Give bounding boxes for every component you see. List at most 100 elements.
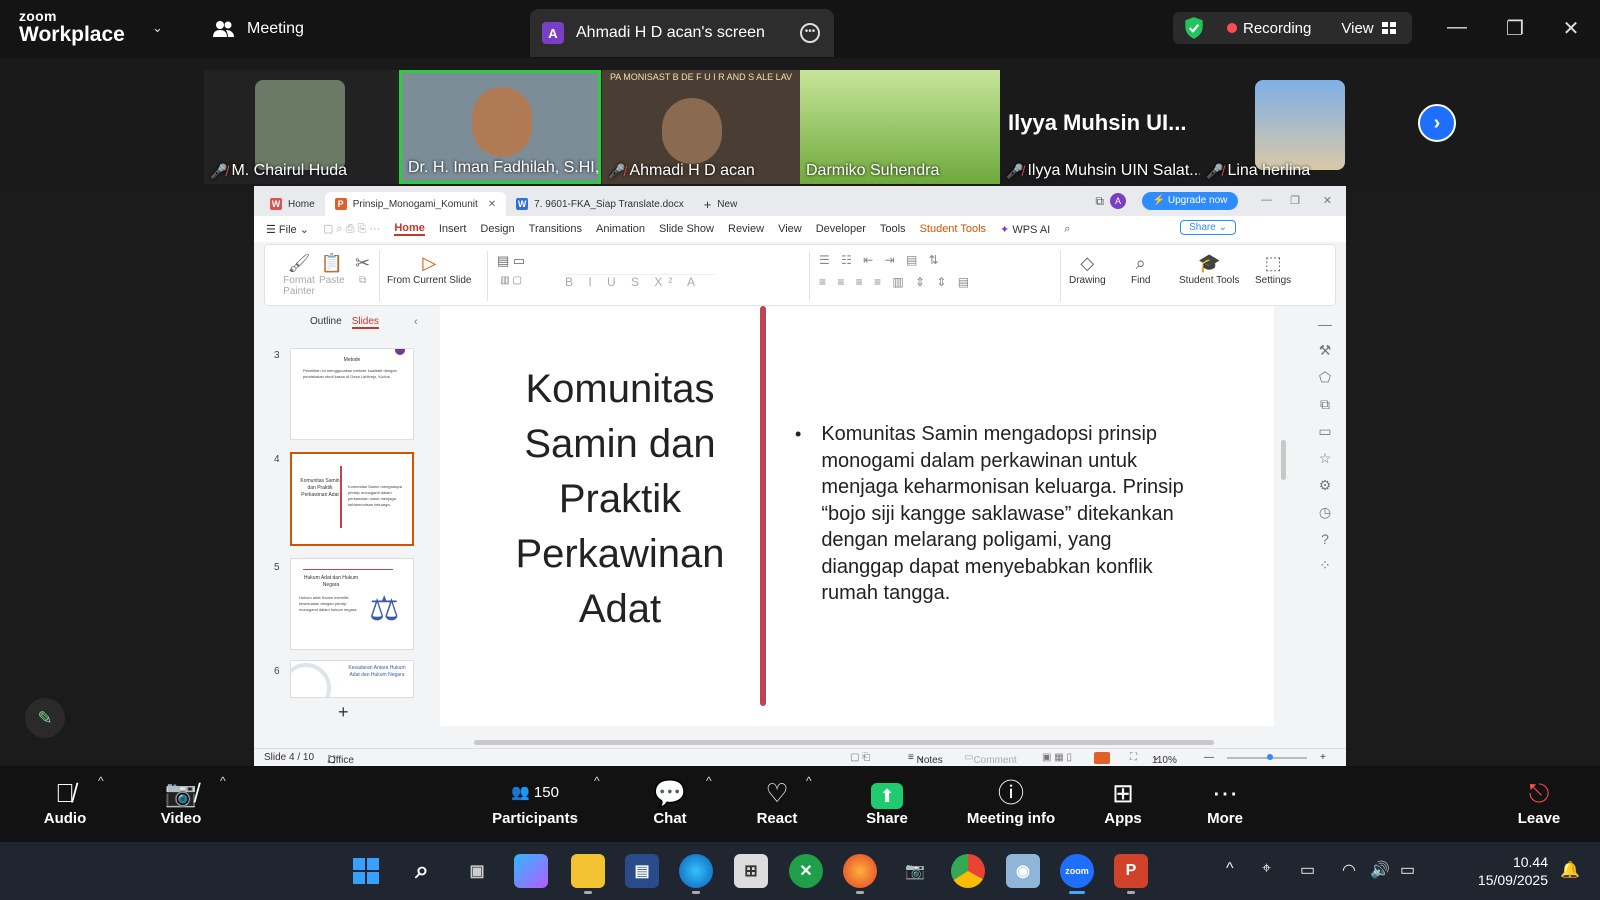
star-icon[interactable]: ☆ [1319,450,1332,467]
video-tile[interactable]: Darmiko Suhendra [800,70,1000,184]
menu-animation[interactable]: Animation [596,223,645,235]
annotate-pencil-icon[interactable]: ✎ [25,698,65,738]
menu-wps-ai[interactable]: ✦ WPS AI [1000,223,1050,236]
minimize-icon[interactable]: — [1261,194,1272,206]
history-icon[interactable]: ◷ [1319,504,1331,521]
file-explorer-icon[interactable] [571,854,605,894]
view-button[interactable]: View [1341,20,1396,37]
shared-screen-tab[interactable]: A Ahmadi H D acan's screen ••• [530,9,834,57]
tab-home[interactable]: W Home [260,192,325,216]
more-button[interactable]: ⋯ More [1202,776,1248,827]
layers-icon[interactable]: ⧉ [1320,396,1330,413]
remote-app-icon[interactable]: ◉ [1006,854,1040,888]
dashboard-app-icon[interactable]: ▤ [625,854,659,888]
tab-slides[interactable]: Slides [351,316,379,329]
paste-button[interactable]: 📋 Paste [319,253,345,286]
user-avatar[interactable]: A [1110,193,1126,209]
video-tile-active-speaker[interactable]: Dr. H. Iman Fadhilah, S.HI,... [399,70,601,184]
react-options-caret[interactable]: ^ [806,774,812,788]
slide-bullet-point[interactable]: • Komunitas Samin mengadopsi prinsip mon… [795,421,1195,607]
more-options-icon[interactable]: ••• [800,23,820,43]
view-mode-icons[interactable]: ▣ ▦ ▯ [1042,752,1072,763]
notes-toggle[interactable]: ≡ Notes ⌄ [908,752,943,766]
tab-document[interactable]: W 7. 9601-FKA_Siap Translate.docx [506,192,694,216]
menu-student-tools[interactable]: Student Tools [920,223,986,235]
horizontal-scrollbar[interactable] [454,738,1264,746]
font-controls[interactable]: B I U S X² A [565,253,785,289]
slide-thumbnail-4[interactable]: Komunitas Samin dan Praktik Perkawinan A… [290,452,414,546]
video-tile[interactable]: PA MONISAST B DE F U I R AND S ALE LAV 🎤… [602,70,800,184]
notifications-icon[interactable]: 🔔 [1560,860,1580,880]
apps-button[interactable]: ⊞ Apps [1100,776,1146,827]
powerpoint-icon[interactable]: P [1114,854,1148,894]
slide-thumbnail-3[interactable]: Metode Penelitian ini menggunakan metode… [290,348,414,440]
comment-toggle[interactable]: ▭ Comment [964,752,1017,766]
menu-insert[interactable]: Insert [439,223,467,235]
tab-presentation[interactable]: P Prinsip_Monogami_Komunit ✕ [324,192,507,216]
menu-tools[interactable]: Tools [880,223,906,235]
zoom-level[interactable]: 110% ⌄ [1152,752,1177,766]
system-clock[interactable]: 10.44 15/09/2025 [1468,853,1548,889]
zoom-slider-knob[interactable] [1267,754,1273,760]
close-icon[interactable]: ✕ [1323,194,1332,207]
xbox-icon[interactable]: ✕ [789,854,823,888]
student-tools-button[interactable]: 🎓 Student Tools [1179,253,1239,286]
restore-icon[interactable]: ❐ [1503,16,1527,41]
adjust-icon[interactable]: ⚙ [1319,477,1332,494]
upgrade-now-button[interactable]: ⚡ Upgrade now [1142,192,1238,210]
add-slide-icon[interactable]: + [338,702,349,723]
shape-style-icon[interactable]: ⬠ [1319,369,1331,386]
collapse-panel-icon[interactable]: ‹ [414,316,418,328]
slide-thumbnail-5[interactable]: Hukum Adat dan Hukum Negara Hukum adat S… [290,558,414,650]
video-tile[interactable]: Ilyya Muhsin UI... 🎤̸ Ilyya Muhsin UIN Sa… [1000,70,1200,184]
search-icon[interactable]: ⌕ [405,854,439,888]
magic-tools-icon[interactable]: ⚒ [1319,342,1332,359]
task-view-icon[interactable]: ▣ [460,854,494,888]
next-page-arrow-icon[interactable]: › [1418,104,1456,142]
restore-icon[interactable]: ❐ [1290,194,1300,207]
fit-icon[interactable]: ⛶ [1130,752,1137,763]
location-icon[interactable]: ⌖ [1262,860,1271,878]
format-painter-button[interactable]: 🖌 Format Painter [279,253,319,297]
recording-label[interactable]: Recording [1243,20,1311,37]
comment-icon[interactable]: ▭ [1318,423,1331,440]
font-name-field[interactable] [565,253,715,275]
chat-options-caret[interactable]: ^ [706,774,712,788]
audio-button[interactable]: 🎙̸ Audio [42,776,88,827]
zoom-app-icon[interactable]: zoom [1060,854,1094,894]
menu-file[interactable]: ☰ File ⌄ [266,223,309,236]
close-icon[interactable]: ✕ [1559,16,1583,41]
windows-start-icon[interactable] [349,854,383,888]
participants-options-caret[interactable]: ^ [594,774,600,788]
drawing-button[interactable]: ◇ Drawing [1069,253,1106,286]
show-hidden-icons-caret[interactable]: ^ [1226,860,1234,878]
edge-browser-icon[interactable] [679,854,713,894]
scrollbar-thumb[interactable] [474,740,1214,745]
menu-design[interactable]: Design [480,223,514,235]
chevron-down-icon[interactable]: ⌄ [152,20,163,36]
chat-button[interactable]: 💬 Chat [650,776,690,827]
menu-review[interactable]: Review [728,223,764,235]
status-icons[interactable]: ▢ ⎗ [850,752,870,763]
menu-slide-show[interactable]: Slide Show [659,223,714,235]
quick-access-icons[interactable]: ▢ ⌕ ⎙ ⎘ ··· [323,222,380,236]
layout-icons[interactable]: ▤ ▭ ▥ ▢ [497,253,525,286]
zoom-slider[interactable] [1227,754,1307,760]
help-icon[interactable]: ? [1321,531,1329,547]
video-options-caret[interactable]: ^ [220,774,226,788]
tab-new[interactable]: + New [694,192,748,216]
zoom-in-icon[interactable]: + [1320,752,1326,763]
tab-outline[interactable]: Outline [310,316,342,329]
react-button[interactable]: ♡ React [752,776,802,827]
audio-options-caret[interactable]: ^ [98,774,104,788]
battery-icon[interactable]: ▭ [1400,860,1415,880]
video-tile[interactable]: 🎤̸ M. Chairul Huda [204,70,399,184]
cut-copy-icons[interactable]: ✂ ⧉ [355,253,370,286]
firefox-icon[interactable] [843,854,877,894]
participants-button[interactable]: 👥 150 Participants [490,776,580,827]
from-current-slide-button[interactable]: ▷ From Current Slide [387,253,471,286]
minimize-icon[interactable]: — [1445,16,1469,39]
more-tools-icon[interactable]: ⁘ [1319,557,1331,574]
wifi-icon[interactable]: ◠ [1342,860,1356,880]
meeting-info-button[interactable]: ⓘ Meeting info [962,776,1060,827]
